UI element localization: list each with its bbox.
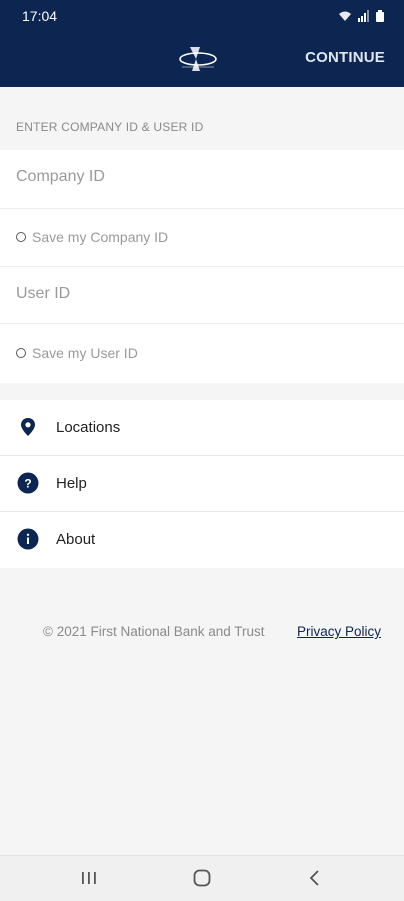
help-icon: ? (17, 472, 39, 494)
app-bar: CONTINUE (0, 32, 404, 87)
section-label: ENTER COMPANY ID & USER ID (16, 120, 204, 134)
radio-unchecked-icon[interactable] (16, 348, 26, 358)
signal-icon (358, 10, 369, 22)
company-id-row: Company ID (0, 150, 404, 209)
home-icon[interactable] (192, 868, 212, 888)
info-icon (17, 528, 39, 550)
location-pin-icon (21, 418, 35, 436)
save-user-label: Save my User ID (32, 345, 138, 361)
menu-list: Locations ? Help About (0, 400, 404, 568)
menu-item-label: Help (56, 475, 87, 492)
company-id-field[interactable]: Company ID (16, 168, 105, 186)
user-id-field[interactable]: User ID (16, 285, 70, 303)
status-bar: 17:04 (0, 0, 404, 32)
menu-item-label: About (56, 531, 96, 548)
bank-logo (179, 47, 217, 71)
recent-apps-icon[interactable] (79, 868, 99, 888)
radio-unchecked-icon[interactable] (16, 232, 26, 242)
menu-item-locations[interactable]: Locations (0, 400, 404, 456)
save-company-checkbox[interactable]: Save my Company ID (16, 229, 168, 245)
save-company-row[interactable]: Save my Company ID (0, 209, 404, 267)
system-nav-bar (0, 855, 404, 901)
menu-item-label: Locations (56, 419, 121, 436)
wifi-icon (339, 11, 351, 21)
menu-item-about[interactable]: About (0, 512, 404, 568)
save-company-label: Save my Company ID (32, 229, 169, 245)
battery-icon (376, 10, 384, 22)
user-id-row: User ID (0, 267, 404, 324)
status-icons (338, 10, 384, 22)
save-user-checkbox[interactable]: Save my User ID (16, 345, 138, 361)
back-icon[interactable] (305, 868, 325, 888)
menu-item-help[interactable]: ? Help (0, 456, 404, 512)
continue-button[interactable]: CONTINUE (305, 49, 385, 66)
login-form: Company ID Save my Company ID User ID Sa… (0, 150, 404, 383)
copyright-text: © 2021 First National Bank and Trust (43, 624, 265, 639)
status-time: 17:04 (22, 8, 58, 24)
save-user-row[interactable]: Save my User ID (0, 324, 404, 383)
svg-text:?: ? (24, 477, 31, 491)
privacy-policy-link[interactable]: Privacy Policy (297, 624, 381, 639)
